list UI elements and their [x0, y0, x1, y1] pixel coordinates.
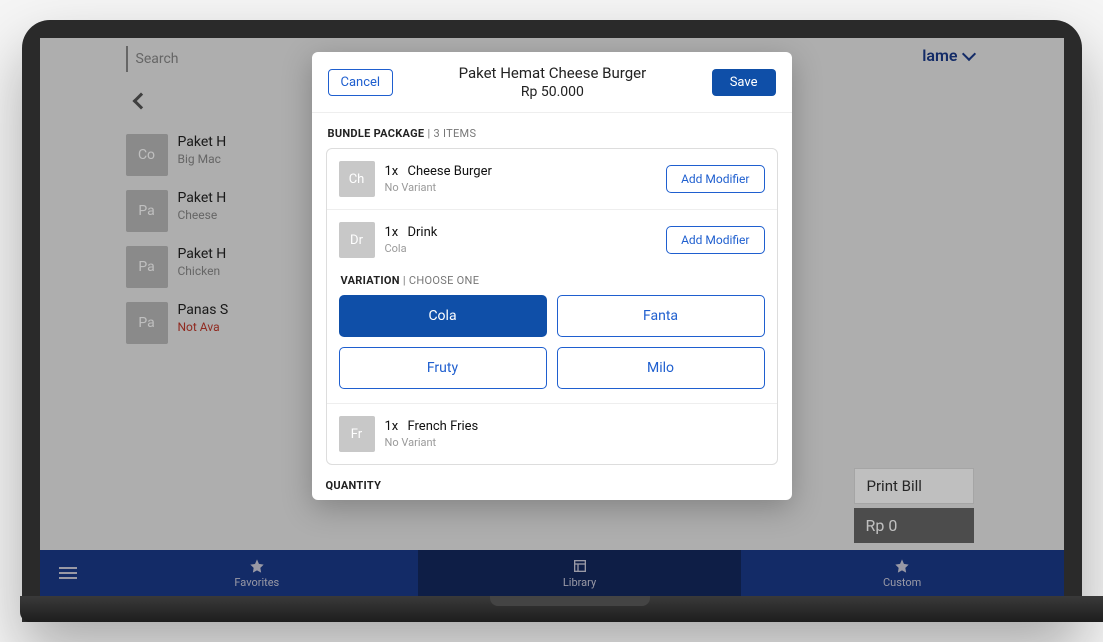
- bundle-item-qty: 1x: [385, 164, 399, 179]
- screen: Search lame Co Paket H Big Mac Pa: [40, 38, 1064, 596]
- laptop-frame: Search lame Co Paket H Big Mac Pa: [22, 20, 1082, 622]
- bundle-item-qty: 1x: [385, 419, 399, 434]
- modal-title: Paket Hemat Cheese Burger: [393, 64, 712, 82]
- bundle-item-qty: 1x: [385, 225, 399, 240]
- bundle-item-sub: No Variant: [385, 181, 657, 194]
- laptop-base: [20, 596, 1103, 622]
- cancel-button[interactable]: Cancel: [328, 69, 394, 96]
- variation-option-fruty[interactable]: Fruty: [339, 347, 547, 389]
- variation-section: VARIATION | CHOOSE ONE Cola Fanta Fruty …: [327, 274, 777, 404]
- modal-price: Rp 50.000: [393, 84, 712, 100]
- bundle-label: BUNDLE PACKAGE: [328, 127, 425, 140]
- bundle-item-name: 1x French Fries: [385, 419, 765, 434]
- bundle-item-name: 1x Cheese Burger: [385, 164, 657, 179]
- item-thumb: Dr: [339, 222, 375, 258]
- item-thumb: Fr: [339, 416, 375, 452]
- bundle-item: Ch 1x Cheese Burger No Variant Add Modif…: [327, 149, 777, 210]
- save-button[interactable]: Save: [712, 69, 776, 96]
- modal-title-block: Paket Hemat Cheese Burger Rp 50.000: [393, 64, 712, 100]
- modal-header: Cancel Paket Hemat Cheese Burger Rp 50.0…: [312, 52, 792, 113]
- variation-option-fanta[interactable]: Fanta: [557, 295, 765, 337]
- modal-body: BUNDLE PACKAGE | 3 ITEMS Ch 1x Cheese Bu…: [312, 113, 792, 469]
- variation-option-milo[interactable]: Milo: [557, 347, 765, 389]
- add-modifier-button[interactable]: Add Modifier: [666, 226, 764, 254]
- bundle-count: 3 ITEMS: [434, 127, 477, 140]
- bundle-item-name: 1x Drink: [385, 225, 657, 240]
- bundle-item: Dr 1x Drink Cola Add Modifier: [327, 210, 777, 270]
- variation-option-cola[interactable]: Cola: [339, 295, 547, 337]
- variation-label: VARIATION | CHOOSE ONE: [341, 274, 765, 287]
- bundle-card: Ch 1x Cheese Burger No Variant Add Modif…: [326, 148, 778, 465]
- item-thumb: Ch: [339, 161, 375, 197]
- bundle-item-sub: No Variant: [385, 436, 765, 449]
- quantity-section-label: QUANTITY: [312, 469, 792, 500]
- bundle-modal: Cancel Paket Hemat Cheese Burger Rp 50.0…: [312, 52, 792, 500]
- laptop-notch: [490, 596, 650, 606]
- bundle-section-label: BUNDLE PACKAGE | 3 ITEMS: [328, 127, 778, 140]
- variation-grid: Cola Fanta Fruty Milo: [339, 295, 765, 389]
- add-modifier-button[interactable]: Add Modifier: [666, 165, 764, 193]
- bundle-item: Fr 1x French Fries No Variant: [327, 404, 777, 464]
- bundle-item-sub: Cola: [385, 242, 657, 255]
